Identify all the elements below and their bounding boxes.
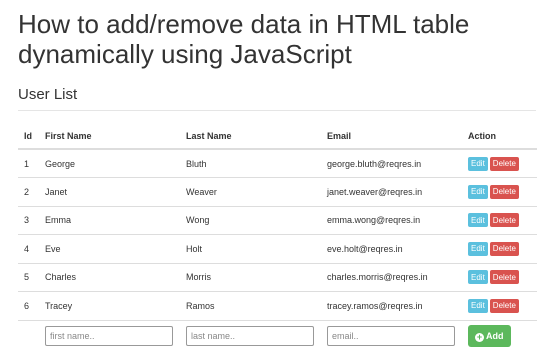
cell-first-name: George [45, 158, 76, 169]
first-name-input[interactable] [45, 326, 173, 347]
table-row: 5 Charles Morris charles.morris@reqres.i… [18, 262, 537, 292]
cell-action: Edit Delete [462, 262, 537, 292]
header-id: Id [18, 123, 39, 150]
cell-id: 2 [18, 177, 39, 206]
add-button[interactable]: + Add [468, 325, 511, 348]
cell-action: Edit Delete [462, 234, 537, 263]
add-row-first-name-cell [39, 319, 180, 352]
table-row: 2 Janet Weaver janet.weaver@reqres.in Ed… [18, 177, 537, 206]
email-input[interactable] [327, 326, 455, 347]
delete-button[interactable]: Delete [489, 270, 519, 285]
table-row: 3 Emma Wong emma.wong@reqres.in Edit Dele… [18, 205, 537, 235]
add-row-action-cell: + Add [462, 319, 537, 352]
add-row-last-name-cell [180, 319, 321, 352]
cell-action: Edit Delete [462, 149, 537, 178]
header-last-name: Last Name [180, 123, 321, 150]
delete-button[interactable]: Delete [489, 184, 519, 199]
cell-action: Edit Delete [462, 291, 537, 320]
add-row-email-cell [321, 319, 462, 352]
cell-email: tracey.ramos@reqres.in [321, 291, 462, 320]
cell-email: eve.holt@reqres.in [321, 234, 462, 263]
edit-button[interactable]: Edit [468, 156, 488, 171]
cell-first-name: Janet [39, 177, 180, 206]
cell-action: Edit Delete [462, 205, 537, 235]
add-user-row: +Add [18, 319, 537, 352]
cell-last-name: Ramos [180, 291, 321, 320]
cell-id: 1 [24, 158, 30, 169]
cell-first-name: Charles [39, 262, 180, 292]
plus-circle-icon: + [475, 332, 484, 343]
delete-button[interactable]: Delete [489, 241, 519, 256]
user-table: Id First Name Last Name Email Action 1 G… [18, 123, 537, 352]
cell-id: 3 [18, 205, 39, 235]
delete-button[interactable]: Delete [489, 156, 519, 171]
header-action: Action [462, 123, 537, 150]
page-title: How to add/remove data in HTML table dyn… [18, 9, 470, 69]
edit-button[interactable]: Edit [468, 213, 488, 228]
cell-email: janet.weaver@reqres.in [321, 177, 462, 206]
page: How to add/remove data in HTML table dyn… [0, 0, 548, 359]
add-row-id-cell [18, 319, 39, 352]
cell-last-name: Holt [180, 234, 321, 263]
edit-button[interactable]: Edit [468, 298, 488, 313]
cell-email: charles.morris@reqres.in [321, 262, 462, 292]
cell-first-name: Eve [39, 234, 180, 263]
cell-last-name: Bluth [186, 158, 207, 169]
cell-id: 6 [18, 291, 39, 320]
cell-email: emma.wong@reqres.in [321, 205, 462, 235]
cell-id: 5 [18, 262, 39, 292]
table-header-row: Id First Name Last Name Email Action [18, 123, 537, 150]
table-row: 1 George Bluth george.bluth@reqres.in Ed… [18, 149, 537, 178]
cell-first-name: Tracey [39, 291, 180, 320]
header-first-name: First Name [39, 123, 180, 150]
cell-first-name: Emma [39, 205, 180, 235]
cell-last-name: Morris [180, 262, 321, 292]
edit-button[interactable]: Edit [468, 241, 488, 256]
section-title: User List [18, 86, 536, 111]
last-name-input[interactable] [186, 326, 314, 347]
cell-email: george.bluth@reqres.in [327, 158, 422, 169]
cell-id: 4 [18, 234, 39, 263]
table-row: 4 Eve Holt eve.holt@reqres.in Edit Delete [18, 234, 537, 263]
add-button-label: Add [486, 331, 504, 342]
edit-button[interactable]: Edit [468, 184, 488, 199]
edit-button[interactable]: Edit [468, 270, 488, 285]
cell-action: Edit Delete [462, 177, 537, 206]
cell-last-name: Wong [180, 205, 321, 235]
header-email: Email [321, 123, 462, 150]
cell-last-name: Weaver [180, 177, 321, 206]
table-row: 6 Tracey Ramos tracey.ramos@reqres.in Ed… [18, 291, 537, 320]
delete-button[interactable]: Delete [489, 298, 519, 313]
delete-button[interactable]: Delete [489, 213, 519, 228]
